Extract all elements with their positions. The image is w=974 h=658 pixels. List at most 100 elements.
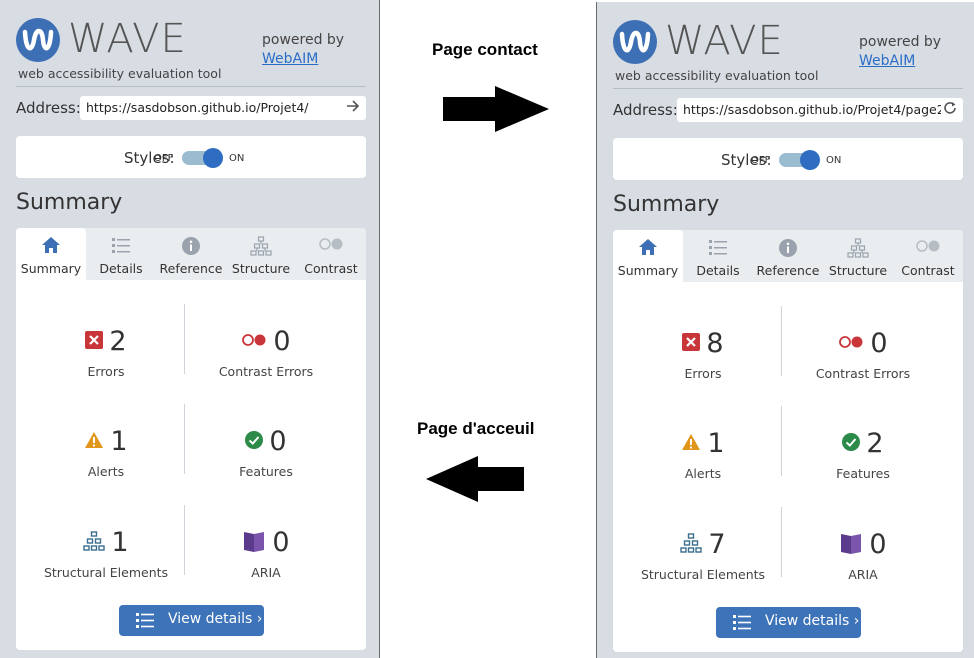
tab-summary[interactable]: Summary bbox=[16, 228, 86, 280]
tab-bar: Summary Details Reference Structure Cont… bbox=[16, 228, 366, 280]
errors-count: 8 bbox=[706, 328, 724, 359]
tab-label: Contrast bbox=[304, 261, 358, 276]
stat-structural-elements[interactable]: 7 Structural Elements bbox=[619, 519, 787, 605]
styles-off-label: OFF bbox=[751, 155, 771, 166]
tab-label: Summary bbox=[617, 263, 679, 278]
stat-features[interactable]: 2 Features bbox=[779, 418, 947, 504]
stat-divider bbox=[184, 304, 185, 374]
webaim-link[interactable]: WebAIM bbox=[262, 51, 318, 67]
error-icon bbox=[682, 332, 701, 355]
contrast-errors-count: 0 bbox=[870, 328, 888, 359]
aria-label: ARIA bbox=[848, 567, 878, 582]
view-details-button[interactable]: View details › bbox=[119, 605, 264, 636]
divider bbox=[16, 86, 366, 87]
tab-contrast[interactable]: Contrast bbox=[893, 230, 963, 282]
stat-alerts[interactable]: 1 Alerts bbox=[22, 416, 190, 502]
wave-brand: WAVE web accessibility evaluation tool p… bbox=[16, 16, 366, 81]
stat-divider bbox=[781, 406, 782, 476]
tab-label: Structure bbox=[231, 261, 291, 276]
tab-label: Reference bbox=[756, 263, 820, 278]
styles-toggle-knob[interactable] bbox=[800, 150, 820, 170]
tab-reference[interactable]: Reference bbox=[753, 230, 823, 282]
info-icon bbox=[156, 236, 226, 256]
stat-alerts[interactable]: 1 Alerts bbox=[619, 418, 787, 504]
tab-label: Structure bbox=[828, 263, 888, 278]
alerts-label: Alerts bbox=[87, 464, 125, 479]
address-input[interactable]: https://sasdobson.github.io/Projet4/ bbox=[80, 96, 366, 120]
contrast-errors-label: Contrast Errors bbox=[218, 364, 314, 379]
stat-contrast-errors[interactable]: 0 Contrast Errors bbox=[182, 316, 350, 402]
aria-count: 0 bbox=[869, 529, 887, 560]
tab-label: Summary bbox=[20, 261, 82, 276]
stat-divider bbox=[781, 507, 782, 577]
contrast-errors-label: Contrast Errors bbox=[815, 366, 911, 381]
wave-title: WAVE bbox=[665, 18, 784, 64]
address-input[interactable]: https://sasdobson.github.io/Projet4/page… bbox=[677, 98, 963, 122]
tab-label: Contrast bbox=[901, 263, 955, 278]
view-details-label: View details › bbox=[168, 611, 263, 627]
address-value: https://sasdobson.github.io/Projet4/page… bbox=[683, 102, 957, 117]
stat-contrast-errors[interactable]: 0 Contrast Errors bbox=[779, 318, 947, 404]
alerts-count: 1 bbox=[707, 428, 725, 459]
stat-features[interactable]: 0 Features bbox=[182, 416, 350, 502]
hierarchy-icon bbox=[823, 238, 893, 258]
webaim-link[interactable]: WebAIM bbox=[859, 53, 915, 69]
tab-summary[interactable]: Summary bbox=[613, 230, 683, 282]
tab-details[interactable]: Details bbox=[683, 230, 753, 282]
arrow-right-icon bbox=[443, 86, 549, 132]
aria-icon bbox=[839, 531, 863, 559]
summary-heading: Summary bbox=[16, 190, 123, 215]
tab-label: Details bbox=[696, 263, 740, 278]
alerts-count: 1 bbox=[110, 426, 128, 457]
stat-structural-elements[interactable]: 1 Structural Elements bbox=[22, 517, 190, 603]
info-icon bbox=[753, 238, 823, 258]
features-label: Features bbox=[239, 464, 293, 479]
aria-label: ARIA bbox=[251, 565, 281, 580]
list-icon bbox=[683, 238, 753, 258]
wave-logo-icon bbox=[613, 20, 657, 64]
address-label: Address: bbox=[613, 101, 678, 119]
errors-label: Errors bbox=[684, 366, 722, 381]
errors-count: 2 bbox=[109, 326, 127, 357]
styles-on-label: ON bbox=[826, 155, 842, 166]
styles-toggle-knob[interactable] bbox=[203, 148, 223, 168]
tab-structure[interactable]: Structure bbox=[823, 230, 893, 282]
tab-structure[interactable]: Structure bbox=[226, 228, 296, 280]
arrow-right-icon[interactable] bbox=[346, 99, 360, 117]
contrast-icon bbox=[296, 236, 366, 256]
feature-check-icon bbox=[842, 432, 861, 455]
error-icon bbox=[85, 330, 104, 353]
structure-icon bbox=[680, 532, 703, 557]
refresh-icon[interactable] bbox=[941, 101, 957, 119]
tab-details[interactable]: Details bbox=[86, 228, 156, 280]
tab-contrast[interactable]: Contrast bbox=[296, 228, 366, 280]
wave-logo-icon bbox=[16, 18, 60, 62]
alert-icon bbox=[84, 431, 104, 453]
features-count: 2 bbox=[866, 428, 884, 459]
stat-aria[interactable]: 0 ARIA bbox=[182, 517, 350, 603]
summary-heading: Summary bbox=[613, 192, 720, 217]
stat-aria[interactable]: 0 ARIA bbox=[779, 519, 947, 605]
tab-label: Details bbox=[99, 261, 143, 276]
powered-by-text: powered by bbox=[262, 32, 345, 48]
stat-errors[interactable]: 2 Errors bbox=[22, 316, 190, 402]
view-details-label: View details › bbox=[765, 613, 860, 629]
errors-label: Errors bbox=[87, 364, 125, 379]
view-details-button[interactable]: View details › bbox=[716, 607, 861, 638]
wave-tagline: web accessibility evaluation tool bbox=[18, 66, 222, 81]
summary-card: Summary Details Reference Structure Cont… bbox=[16, 228, 366, 650]
aria-count: 0 bbox=[272, 527, 290, 558]
wave-brand: WAVE web accessibility evaluation tool p… bbox=[613, 18, 963, 83]
contrast-error-icon bbox=[838, 334, 864, 353]
stat-errors[interactable]: 8 Errors bbox=[619, 318, 787, 404]
structural-label: Structural Elements bbox=[43, 565, 169, 580]
tab-label: Reference bbox=[159, 261, 223, 276]
wave-panel-contact: WAVE web accessibility evaluation tool p… bbox=[596, 2, 974, 658]
aria-icon bbox=[242, 529, 266, 557]
list-icon bbox=[136, 613, 154, 632]
styles-toggle-box: Styles: OFF ON bbox=[16, 136, 366, 178]
home-icon bbox=[16, 236, 86, 256]
structural-count: 7 bbox=[708, 529, 726, 560]
tab-reference[interactable]: Reference bbox=[156, 228, 226, 280]
arrow-left-icon bbox=[426, 456, 524, 502]
